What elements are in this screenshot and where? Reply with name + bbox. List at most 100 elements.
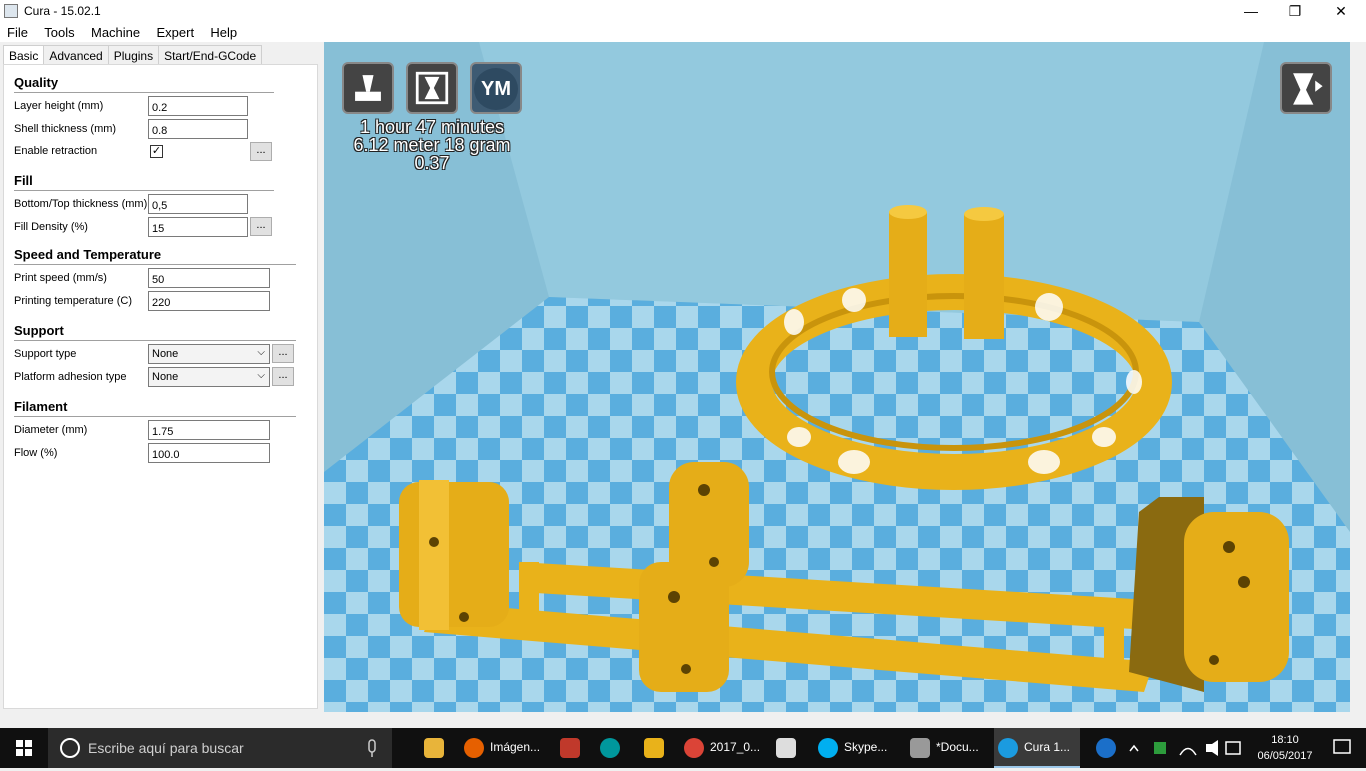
3d-viewport[interactable]: YM 1 hour 47 minutes 6.12 meter 18 gram … (324, 42, 1350, 712)
basic-tab-content: Quality Layer height (mm) Shell thicknes… (3, 64, 318, 709)
minimize-button[interactable]: — (1228, 0, 1274, 22)
system-tray[interactable] (1124, 728, 1248, 768)
close-button[interactable]: ✕ (1318, 0, 1364, 22)
help-taskbar[interactable] (1092, 728, 1120, 768)
chrome-taskbar[interactable]: 2017_0... (680, 728, 776, 768)
cura-taskbar[interactable]: Cura 1... (994, 728, 1080, 768)
tab-advanced[interactable]: Advanced (43, 45, 109, 65)
diameter-input[interactable] (148, 420, 270, 440)
fill-settings-button[interactable]: ... (250, 217, 272, 236)
fill-density-input[interactable] (148, 217, 248, 237)
skype-icon (818, 738, 838, 758)
support-heading: Support (14, 323, 64, 338)
menu-expert[interactable]: Expert (149, 22, 200, 40)
tab-basic[interactable]: Basic (3, 45, 45, 66)
platform-adhesion-select[interactable]: None ⌵ (148, 367, 270, 387)
mail-taskbar[interactable] (772, 728, 808, 768)
retraction-settings-button[interactable]: ... (250, 142, 272, 161)
help-icon (1096, 738, 1116, 758)
fill-density-label: Fill Density (%) (14, 221, 88, 233)
cura-icon (998, 738, 1018, 758)
menu-help[interactable]: Help (203, 22, 243, 40)
microphone-icon (368, 739, 376, 757)
taskbar-clock[interactable]: 18:10 06/05/2017 (1250, 732, 1320, 764)
support-type-value: None (152, 348, 179, 360)
platform-adhesion-value: None (152, 371, 179, 383)
print-cost: 0.37 (414, 153, 450, 173)
menu-file[interactable]: File (0, 22, 34, 40)
app-taskbar-2[interactable] (640, 728, 676, 768)
tray-icons (1129, 740, 1241, 756)
clock-time: 18:10 (1271, 734, 1299, 746)
firefox-taskbar[interactable]: Imágen... (460, 728, 552, 768)
youmagine-button[interactable]: YM (470, 62, 522, 114)
print-speed-input[interactable] (148, 268, 270, 288)
pillar-left (889, 212, 927, 337)
fill-separator (14, 190, 274, 191)
load-icon (355, 75, 381, 101)
flow-input[interactable] (148, 443, 270, 463)
bottom-top-thickness-input[interactable] (148, 194, 248, 214)
diameter-label: Diameter (mm) (14, 424, 88, 436)
skype-taskbar[interactable]: Skype... (814, 728, 906, 768)
maximize-button[interactable]: ❐ (1272, 0, 1318, 22)
tab-start-end-gcode[interactable]: Start/End-GCode (158, 45, 263, 65)
tab-plugins[interactable]: Plugins (107, 45, 160, 65)
action-center-button[interactable] (1320, 728, 1366, 768)
mount-left (399, 482, 509, 627)
printing-temperature-input[interactable] (148, 291, 270, 311)
adhesion-settings-button[interactable]: ... (272, 367, 294, 386)
arduino-taskbar[interactable] (596, 728, 632, 768)
firefox-label: Imágen... (490, 740, 541, 754)
cura-app-icon (4, 4, 18, 18)
cura-label: Cura 1... (1024, 740, 1071, 754)
support-settings-button[interactable]: ... (272, 344, 294, 363)
menu-tools[interactable]: Tools (37, 22, 80, 40)
chevron-down-icon: ⌵ (257, 347, 265, 358)
view-mode-button[interactable] (1280, 62, 1332, 114)
filament-heading: Filament (14, 399, 68, 414)
print-stats: 1 hour 47 minutes 6.12 meter 18 gram 0.3… (342, 118, 522, 172)
layer-height-input[interactable] (148, 96, 248, 116)
shell-thickness-input[interactable] (148, 119, 248, 139)
shell-thickness-label: Shell thickness (mm) (14, 123, 117, 135)
enable-retraction-checkbox[interactable]: ✓ (150, 145, 163, 158)
print-button[interactable] (406, 62, 458, 114)
skype-label: Skype... (844, 740, 888, 754)
cortana-icon (60, 738, 80, 758)
mail-icon (776, 738, 796, 758)
speed-temperature-heading: Speed and Temperature (14, 247, 162, 262)
load-model-button[interactable] (342, 62, 394, 114)
windows-logo-icon (16, 740, 32, 756)
app-taskbar-1[interactable] (556, 728, 592, 768)
print-time: 1 hour 47 minutes (359, 117, 505, 137)
bottom-top-thickness-label: Bottom/Top thickness (mm) (14, 198, 148, 210)
notification-icon (1333, 739, 1351, 754)
windows-taskbar: Escribe aquí para buscar Imágen... 2017_… (0, 728, 1366, 768)
firefox-icon (464, 738, 484, 758)
support-type-label: Support type (14, 348, 77, 360)
fill-heading: Fill (14, 173, 33, 188)
chrome-label: 2017_0... (710, 740, 761, 754)
flow-label: Flow (%) (14, 447, 58, 459)
support-separator (14, 340, 296, 341)
start-button[interactable] (0, 728, 48, 768)
youmagine-icon: YM (474, 68, 518, 110)
file-explorer-taskbar[interactable] (420, 728, 456, 768)
document-taskbar[interactable]: *Docu... (906, 728, 996, 768)
chrome-icon (684, 738, 704, 758)
pillar-right (964, 214, 1004, 339)
menu-machine[interactable]: Machine (84, 22, 146, 40)
print-material: 6.12 meter 18 gram (353, 135, 511, 155)
quality-heading: Quality (14, 75, 59, 90)
title-bar: Cura - 15.02.1 — ❐ ✕ (0, 0, 1366, 22)
print-icon (415, 71, 449, 105)
chevron-down-icon: ⌵ (257, 370, 265, 381)
filament-separator (14, 416, 296, 417)
taskbar-search-box[interactable]: Escribe aquí para buscar (48, 728, 392, 768)
window-title: Cura - 15.02.1 (24, 4, 101, 18)
printing-temperature-label: Printing temperature (C) (14, 295, 132, 307)
inkscape-icon (910, 738, 930, 758)
arduino-icon (600, 738, 620, 758)
support-type-select[interactable]: None ⌵ (148, 344, 270, 364)
